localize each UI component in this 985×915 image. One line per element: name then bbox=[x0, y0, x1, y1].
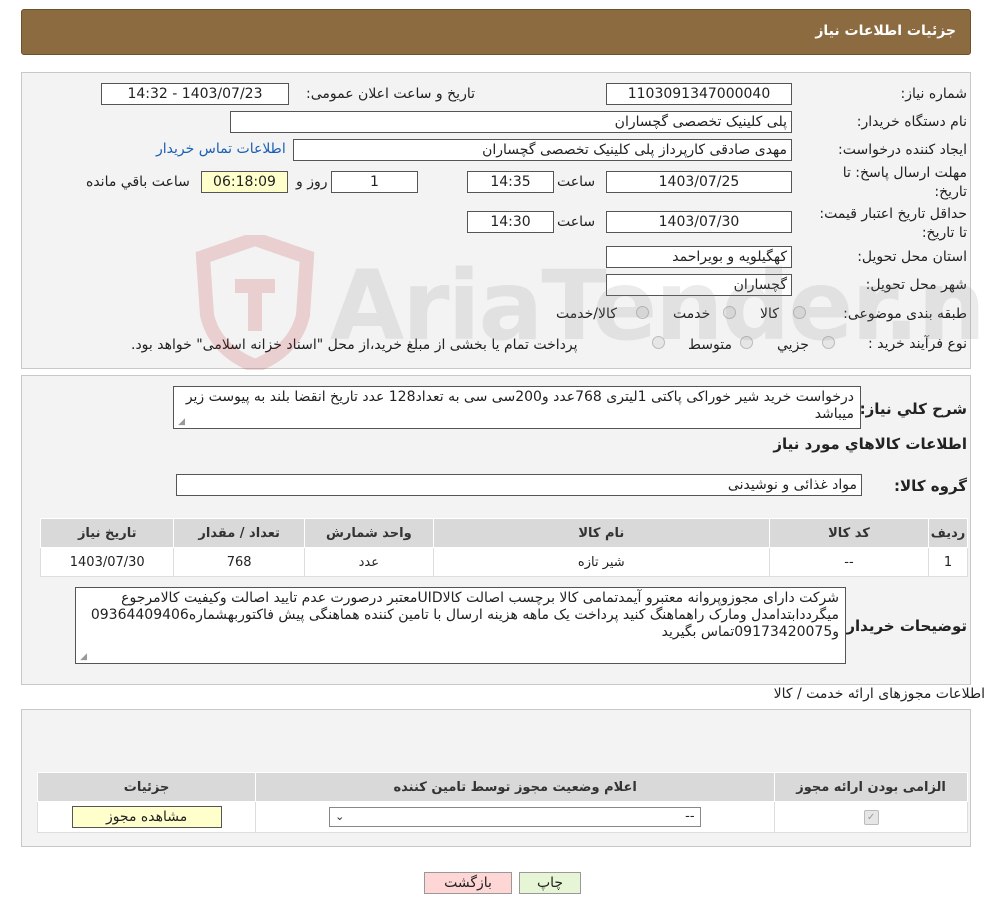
days-label: روز و bbox=[296, 174, 328, 190]
need-number-field: 1103091347000040 bbox=[606, 83, 792, 105]
page-header: جزئیات اطلاعات نیاز bbox=[21, 9, 971, 55]
col-permit-details: جزئیات bbox=[36, 772, 257, 802]
permit-required-checkbox[interactable]: ✓ bbox=[863, 810, 879, 825]
permit-status-select[interactable]: -- ⌄ bbox=[329, 807, 702, 827]
cell-date: 1403/07/30 bbox=[39, 547, 175, 577]
view-permit-button[interactable]: مشاهده مجوز bbox=[71, 806, 222, 828]
deadline-time-field: 14:35 bbox=[467, 171, 554, 193]
goods-group-field: مواد غذائی و نوشیدنی bbox=[176, 474, 862, 496]
permits-table-header: الزامی بودن ارائه مجوز اعلام وضعیت مجوز … bbox=[36, 772, 968, 802]
price-validity-label: حداقل تاریخ اعتبار قیمت: تا تاریخ: bbox=[819, 206, 967, 241]
province-field: کهگیلویه و بویراحمد bbox=[606, 246, 792, 268]
summary-textarea: درخواست خرید شیر خوراکی پاکتی 1لیتری 768… bbox=[173, 386, 861, 429]
deadline-time-label: ساعت bbox=[557, 174, 596, 190]
request-creator-field: مهدی صادقی کارپرداز پلی کلینیک تخصصی گچس… bbox=[293, 139, 792, 161]
buyer-org-field: پلی کلینیک تخصصی گچساران bbox=[230, 111, 792, 133]
category-both-label: کالا/خدمت bbox=[556, 306, 617, 322]
goods-section-title: اطلاعات کالاهاي مورد نياز bbox=[773, 435, 967, 453]
request-creator-label: ایجاد کننده درخواست: bbox=[838, 142, 967, 158]
cell-unit: عدد bbox=[303, 547, 434, 577]
category-service-radio[interactable] bbox=[723, 306, 736, 319]
process-medium-radio[interactable] bbox=[740, 336, 753, 349]
summary-text: درخواست خرید شیر خوراکی پاکتی 1لیتری 768… bbox=[185, 389, 854, 422]
days-remaining-field: 1 bbox=[331, 171, 418, 193]
deadline-date-field: 1403/07/25 bbox=[606, 171, 792, 193]
col-date: تاریخ نیاز bbox=[39, 518, 175, 548]
goods-group-label: گروه کالا: bbox=[894, 477, 967, 495]
col-qty: تعداد / مقدار bbox=[173, 518, 305, 548]
chevron-down-icon: ⌄ bbox=[335, 810, 345, 823]
cell-code: -- bbox=[768, 547, 930, 577]
cell-permit-status: -- ⌄ bbox=[255, 801, 776, 833]
page-title: جزئیات اطلاعات نیاز bbox=[815, 23, 956, 39]
cell-permit-required: ✓ bbox=[774, 801, 968, 833]
buyer-contact-link[interactable]: اطلاعات تماس خریدار bbox=[156, 141, 286, 157]
price-validity-time-label: ساعت bbox=[557, 214, 596, 230]
col-permit-required: الزامی بودن ارائه مجوز bbox=[774, 772, 968, 802]
resize-grip-icon: ◢ bbox=[178, 417, 185, 427]
buyer-notes-label: توضیحات خریدار: bbox=[840, 617, 967, 635]
cell-qty: 768 bbox=[173, 547, 305, 577]
buyer-notes-text: شرکت دارای مجوزوپروانه معتبرو آیمدتمامی … bbox=[90, 590, 839, 640]
col-row: ردیف bbox=[928, 518, 968, 548]
category-service-label: خدمت bbox=[673, 306, 711, 322]
price-validity-date-field: 1403/07/30 bbox=[606, 211, 792, 233]
category-label: طبقه بندی موضوعی: bbox=[843, 306, 967, 322]
process-type-label: نوع فرآیند خرید : bbox=[868, 336, 967, 352]
announce-date-label: تاریخ و ساعت اعلان عمومی: bbox=[306, 86, 475, 102]
buyer-notes-textarea: شرکت دارای مجوزوپروانه معتبرو آیمدتمامی … bbox=[75, 587, 846, 664]
col-code: کد کالا bbox=[768, 518, 930, 548]
goods-table: ردیف کد کالا نام کالا واحد شمارش تعداد /… bbox=[39, 518, 968, 577]
goods-table-header: ردیف کد کالا نام کالا واحد شمارش تعداد /… bbox=[39, 518, 968, 548]
price-validity-time-field: 14:30 bbox=[467, 211, 554, 233]
resize-grip-icon: ◢ bbox=[80, 652, 87, 662]
cell-name: شیر تازه bbox=[432, 547, 770, 577]
process-partial-label: جزیي bbox=[777, 337, 809, 353]
permits-section-title: اطلاعات مجوزهای ارائه خدمت / کالا bbox=[773, 686, 985, 702]
deadline-label: مهلت ارسال پاسخ: تا تاریخ: bbox=[842, 165, 967, 200]
category-both-radio[interactable] bbox=[636, 306, 649, 319]
process-partial-radio[interactable] bbox=[822, 336, 835, 349]
time-remaining-label: ساعت باقي مانده bbox=[86, 174, 190, 190]
process-medium-label: متوسط bbox=[688, 337, 732, 353]
back-button[interactable]: بازگشت bbox=[424, 872, 512, 894]
col-permit-status: اعلام وضعیت مجوز توسط تامین کننده bbox=[255, 772, 776, 802]
cell-row: 1 bbox=[928, 547, 968, 577]
province-label: استان محل تحویل: bbox=[857, 249, 967, 265]
cell-permit-details: مشاهده مجوز bbox=[36, 801, 257, 833]
print-button[interactable]: چاپ bbox=[519, 872, 581, 894]
category-goods-label: کالا bbox=[760, 306, 779, 322]
treasury-bond-checkbox[interactable] bbox=[652, 336, 665, 349]
treasury-bond-note: پرداخت تمام یا بخشی از مبلغ خرید،از محل … bbox=[131, 337, 578, 353]
col-name: نام کالا bbox=[432, 518, 770, 548]
table-row: 1 -- شیر تازه عدد 768 1403/07/30 bbox=[39, 547, 968, 577]
category-goods-radio[interactable] bbox=[793, 306, 806, 319]
buyer-org-label: نام دستگاه خریدار: bbox=[856, 114, 967, 130]
city-label: شهر محل تحویل: bbox=[865, 277, 967, 293]
announce-date-field: 1403/07/23 - 14:32 bbox=[101, 83, 289, 105]
time-remaining-field: 06:18:09 bbox=[201, 171, 288, 193]
permits-table: الزامی بودن ارائه مجوز اعلام وضعیت مجوز … bbox=[36, 772, 968, 833]
col-unit: واحد شمارش bbox=[303, 518, 434, 548]
permit-status-value: -- bbox=[685, 809, 695, 824]
summary-label: شرح كلي نياز: bbox=[859, 400, 967, 418]
need-number-label: شماره نیاز: bbox=[900, 86, 968, 102]
table-row: ✓ -- ⌄ مشاهده مجوز bbox=[36, 801, 968, 833]
city-field: گچساران bbox=[606, 274, 792, 296]
